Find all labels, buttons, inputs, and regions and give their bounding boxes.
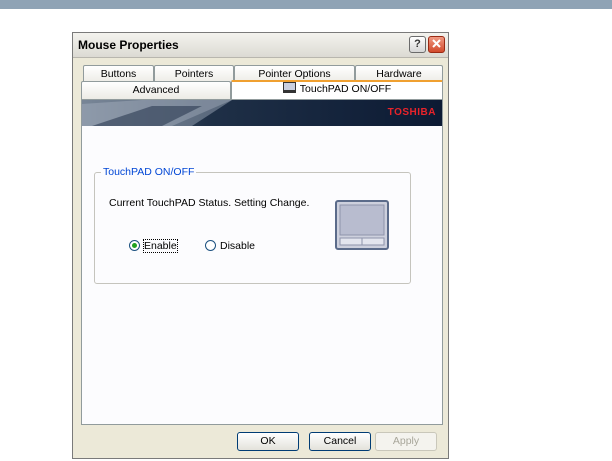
- status-text: Current TouchPAD Status. Setting Change.: [109, 197, 310, 209]
- tab-panel: TOSHIBA TouchPAD ON/OFF Current TouchPAD…: [81, 99, 443, 425]
- toshiba-banner: TOSHIBA: [82, 100, 442, 126]
- top-accent-bar: [0, 0, 612, 9]
- ok-button[interactable]: OK: [237, 432, 299, 451]
- tab-touchpad-label: TouchPAD ON/OFF: [299, 83, 392, 95]
- window-title: Mouse Properties: [78, 38, 179, 52]
- groupbox-title: TouchPAD ON/OFF: [101, 166, 197, 178]
- enable-radio-indicator[interactable]: [129, 240, 140, 251]
- enable-radio-label[interactable]: Enable: [143, 239, 178, 253]
- close-icon: [432, 39, 441, 48]
- disable-radio-indicator[interactable]: [205, 240, 216, 251]
- apply-button[interactable]: Apply: [375, 432, 437, 451]
- touchpad-graphic: [339, 204, 385, 246]
- enable-radio[interactable]: Enable: [129, 239, 178, 253]
- touchpad-image: [335, 200, 389, 250]
- mouse-properties-dialog: Mouse Properties ? Buttons Pointers Poin…: [72, 32, 449, 459]
- disable-radio[interactable]: Disable: [205, 240, 255, 252]
- close-button[interactable]: [428, 36, 445, 53]
- touchpad-icon: [282, 82, 296, 93]
- laptop-graphic: [82, 100, 232, 126]
- tab-advanced[interactable]: Advanced: [81, 81, 231, 99]
- tab-touchpad-on-off[interactable]: TouchPAD ON/OFF: [231, 80, 443, 99]
- cancel-button[interactable]: Cancel: [309, 432, 371, 451]
- touchpad-groupbox: TouchPAD ON/OFF Current TouchPAD Status.…: [94, 166, 411, 284]
- toshiba-logo: TOSHIBA: [387, 107, 436, 118]
- disable-radio-label[interactable]: Disable: [220, 240, 255, 252]
- title-bar: Mouse Properties ?: [73, 33, 448, 58]
- help-button[interactable]: ?: [409, 36, 426, 53]
